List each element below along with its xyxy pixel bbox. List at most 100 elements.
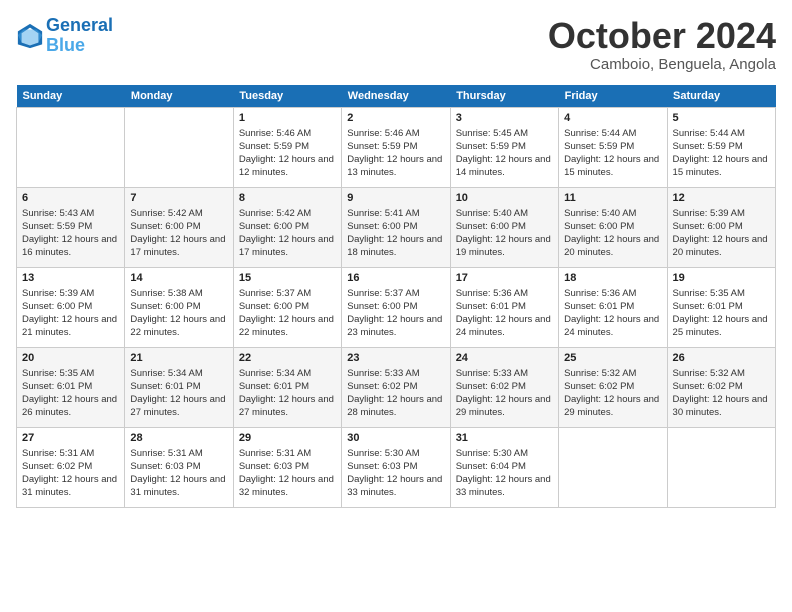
day-number: 24 (456, 352, 553, 364)
day-info: Sunrise: 5:42 AM Sunset: 6:00 PM Dayligh… (239, 207, 336, 260)
calendar-week-row: 27Sunrise: 5:31 AM Sunset: 6:02 PM Dayli… (17, 427, 776, 507)
day-info: Sunrise: 5:38 AM Sunset: 6:00 PM Dayligh… (130, 287, 227, 340)
day-number: 7 (130, 192, 227, 204)
calendar-cell: 15Sunrise: 5:37 AM Sunset: 6:00 PM Dayli… (233, 267, 341, 347)
day-info: Sunrise: 5:39 AM Sunset: 6:00 PM Dayligh… (673, 207, 770, 260)
logo-icon (16, 22, 44, 50)
day-info: Sunrise: 5:37 AM Sunset: 6:00 PM Dayligh… (239, 287, 336, 340)
calendar-cell: 24 Sunrise: 5:33 AM Sunset: 6:02 PM Dayli… (450, 347, 558, 427)
calendar-cell: 21 Sunrise: 5:34 AM Sunset: 6:01 PM Dayli… (125, 347, 233, 427)
calendar-cell: 7Sunrise: 5:42 AM Sunset: 6:00 PM Daylig… (125, 187, 233, 267)
day-number: 2 (347, 112, 444, 124)
logo-line1: General (46, 15, 113, 35)
calendar-cell: 31Sunrise: 5:30 AM Sunset: 6:04 PM Dayli… (450, 427, 558, 507)
logo: General Blue (16, 16, 113, 56)
calendar-cell (667, 427, 775, 507)
logo-line2: Blue (46, 35, 85, 55)
day-number: 21 (130, 352, 227, 364)
day-number: 30 (347, 432, 444, 444)
day-of-week-header: Friday (559, 85, 667, 108)
day-of-week-header: Thursday (450, 85, 558, 108)
calendar-header-row: SundayMondayTuesdayWednesdayThursdayFrid… (17, 85, 776, 108)
calendar-table: SundayMondayTuesdayWednesdayThursdayFrid… (16, 85, 776, 508)
day-info: Sunrise: 5:46 AM Sunset: 5:59 PM Dayligh… (347, 127, 444, 180)
calendar-cell: 3 Sunrise: 5:45 AM Sunset: 5:59 PM Daylig… (450, 107, 558, 187)
calendar-cell (559, 427, 667, 507)
calendar-week-row: 13 Sunrise: 5:39 AM Sunset: 6:00 PM Dayli… (17, 267, 776, 347)
day-info: Sunrise: 5:39 AM Sunset: 6:00 PM Dayligh… (22, 287, 119, 340)
calendar-cell: 19 Sunrise: 5:35 AM Sunset: 6:01 PM Dayli… (667, 267, 775, 347)
calendar-cell: 22 Sunrise: 5:34 AM Sunset: 6:01 PM Dayli… (233, 347, 341, 427)
day-info: Sunrise: 5:33 AM Sunset: 6:02 PM Dayligh… (456, 367, 553, 420)
calendar-cell: 16 Sunrise: 5:37 AM Sunset: 6:00 PM Dayli… (342, 267, 450, 347)
calendar-cell: 18Sunrise: 5:36 AM Sunset: 6:01 PM Dayli… (559, 267, 667, 347)
day-number: 29 (239, 432, 336, 444)
day-of-week-header: Sunday (17, 85, 125, 108)
day-number: 19 (673, 272, 770, 284)
calendar-cell: 6 Sunrise: 5:43 AM Sunset: 5:59 PM Daylig… (17, 187, 125, 267)
calendar-cell: 29Sunrise: 5:31 AM Sunset: 6:03 PM Dayli… (233, 427, 341, 507)
day-number: 1 (239, 112, 336, 124)
day-info: Sunrise: 5:45 AM Sunset: 5:59 PM Dayligh… (456, 127, 553, 180)
calendar-cell: 25Sunrise: 5:32 AM Sunset: 6:02 PM Dayli… (559, 347, 667, 427)
calendar-cell: 20Sunrise: 5:35 AM Sunset: 6:01 PM Dayli… (17, 347, 125, 427)
calendar-week-row: 1 Sunrise: 5:46 AM Sunset: 5:59 PM Daylig… (17, 107, 776, 187)
day-info: Sunrise: 5:40 AM Sunset: 6:00 PM Dayligh… (456, 207, 553, 260)
day-number: 3 (456, 112, 553, 124)
day-number: 10 (456, 192, 553, 204)
day-number: 23 (347, 352, 444, 364)
calendar-cell: 11 Sunrise: 5:40 AM Sunset: 6:00 PM Dayli… (559, 187, 667, 267)
day-of-week-header: Saturday (667, 85, 775, 108)
calendar-cell: 30 Sunrise: 5:30 AM Sunset: 6:03 PM Dayli… (342, 427, 450, 507)
day-number: 26 (673, 352, 770, 364)
calendar-cell: 13 Sunrise: 5:39 AM Sunset: 6:00 PM Dayli… (17, 267, 125, 347)
day-number: 17 (456, 272, 553, 284)
day-info: Sunrise: 5:37 AM Sunset: 6:00 PM Dayligh… (347, 287, 444, 340)
calendar-cell: 28Sunrise: 5:31 AM Sunset: 6:03 PM Dayli… (125, 427, 233, 507)
day-number: 11 (564, 192, 661, 204)
calendar-cell: 2 Sunrise: 5:46 AM Sunset: 5:59 PM Daylig… (342, 107, 450, 187)
day-info: Sunrise: 5:36 AM Sunset: 6:01 PM Dayligh… (564, 287, 661, 340)
day-info: Sunrise: 5:32 AM Sunset: 6:02 PM Dayligh… (673, 367, 770, 420)
month-year-title: October 2024 (548, 16, 776, 56)
day-info: Sunrise: 5:43 AM Sunset: 5:59 PM Dayligh… (22, 207, 119, 260)
day-info: Sunrise: 5:35 AM Sunset: 6:01 PM Dayligh… (22, 367, 119, 420)
day-info: Sunrise: 5:30 AM Sunset: 6:04 PM Dayligh… (456, 447, 553, 500)
day-info: Sunrise: 5:46 AM Sunset: 5:59 PM Dayligh… (239, 127, 336, 180)
day-number: 16 (347, 272, 444, 284)
header: General Blue October 2024 Camboio, Bengu… (16, 16, 776, 73)
day-of-week-header: Wednesday (342, 85, 450, 108)
day-info: Sunrise: 5:30 AM Sunset: 6:03 PM Dayligh… (347, 447, 444, 500)
calendar-cell: 17Sunrise: 5:36 AM Sunset: 6:01 PM Dayli… (450, 267, 558, 347)
calendar-cell: 9 Sunrise: 5:41 AM Sunset: 6:00 PM Daylig… (342, 187, 450, 267)
day-number: 9 (347, 192, 444, 204)
day-number: 12 (673, 192, 770, 204)
calendar-cell: 8 Sunrise: 5:42 AM Sunset: 6:00 PM Daylig… (233, 187, 341, 267)
day-info: Sunrise: 5:41 AM Sunset: 6:00 PM Dayligh… (347, 207, 444, 260)
calendar-cell: 4 Sunrise: 5:44 AM Sunset: 5:59 PM Daylig… (559, 107, 667, 187)
day-info: Sunrise: 5:31 AM Sunset: 6:03 PM Dayligh… (130, 447, 227, 500)
day-number: 14 (130, 272, 227, 284)
day-info: Sunrise: 5:40 AM Sunset: 6:00 PM Dayligh… (564, 207, 661, 260)
calendar-week-row: 20Sunrise: 5:35 AM Sunset: 6:01 PM Dayli… (17, 347, 776, 427)
calendar-cell: 23 Sunrise: 5:33 AM Sunset: 6:02 PM Dayli… (342, 347, 450, 427)
day-number: 13 (22, 272, 119, 284)
day-info: Sunrise: 5:34 AM Sunset: 6:01 PM Dayligh… (239, 367, 336, 420)
day-number: 22 (239, 352, 336, 364)
day-number: 25 (564, 352, 661, 364)
day-info: Sunrise: 5:35 AM Sunset: 6:01 PM Dayligh… (673, 287, 770, 340)
day-info: Sunrise: 5:33 AM Sunset: 6:02 PM Dayligh… (347, 367, 444, 420)
calendar-cell: 5 Sunrise: 5:44 AM Sunset: 5:59 PM Daylig… (667, 107, 775, 187)
day-number: 6 (22, 192, 119, 204)
calendar-cell: 27Sunrise: 5:31 AM Sunset: 6:02 PM Dayli… (17, 427, 125, 507)
calendar-cell: 10 Sunrise: 5:40 AM Sunset: 6:00 PM Dayli… (450, 187, 558, 267)
day-number: 5 (673, 112, 770, 124)
day-info: Sunrise: 5:44 AM Sunset: 5:59 PM Dayligh… (564, 127, 661, 180)
day-number: 8 (239, 192, 336, 204)
day-info: Sunrise: 5:44 AM Sunset: 5:59 PM Dayligh… (673, 127, 770, 180)
day-number: 4 (564, 112, 661, 124)
day-of-week-header: Monday (125, 85, 233, 108)
day-info: Sunrise: 5:34 AM Sunset: 6:01 PM Dayligh… (130, 367, 227, 420)
calendar-cell: 26 Sunrise: 5:32 AM Sunset: 6:02 PM Dayli… (667, 347, 775, 427)
calendar-cell: 1 Sunrise: 5:46 AM Sunset: 5:59 PM Daylig… (233, 107, 341, 187)
